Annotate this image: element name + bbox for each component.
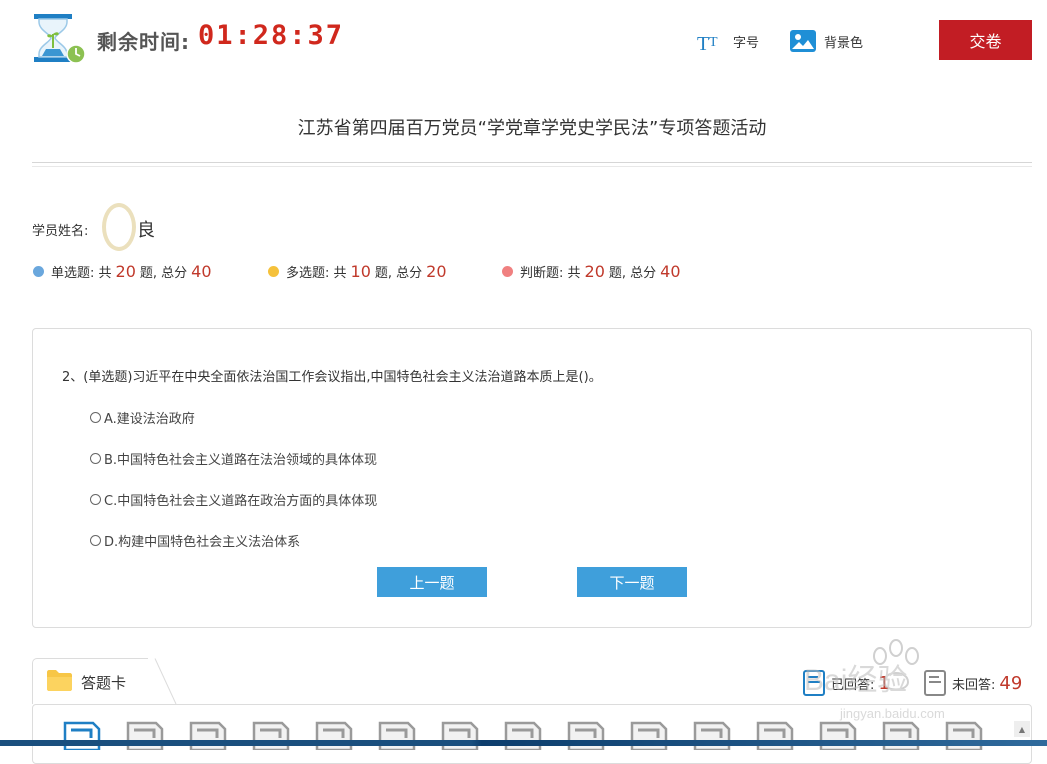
scroll-up-arrow[interactable]: ▲ (1014, 721, 1030, 737)
blue-dot-icon (33, 266, 44, 277)
divider (32, 162, 1032, 163)
bottom-bar (0, 740, 1047, 746)
folder-icon (47, 670, 72, 691)
option-a[interactable]: A.建设法治政府 (90, 408, 195, 427)
stat-mid: 题, 总分 (608, 266, 657, 281)
option-b[interactable]: B.中国特色社会主义道路在法治领域的具体体现 (90, 449, 377, 468)
stat-score: 20 (426, 262, 447, 281)
stat-prefix: 多选题: 共 (286, 266, 347, 281)
stat-score: 40 (191, 262, 212, 281)
option-d[interactable]: D.构建中国特色社会主义法治体系 (90, 531, 300, 550)
stat-count: 20 (115, 262, 136, 281)
unanswered-count: 未回答: 49 (924, 670, 1022, 696)
answer-card-label: 答题卡 (81, 674, 127, 692)
stat-prefix: 单选题: 共 (51, 266, 112, 281)
background-color-button[interactable]: 背景色 (790, 30, 863, 52)
student-name: 良 (137, 220, 155, 241)
stat-mid: 题, 总分 (139, 266, 188, 281)
multiple-choice-stat: 多选题: 共 10 题, 总分 20 (268, 262, 451, 281)
unanswered-number: 49 (999, 672, 1023, 694)
red-dot-icon (502, 266, 513, 277)
answered-number: 1 (878, 672, 890, 694)
hourglass-icon (34, 14, 86, 64)
radio-icon[interactable] (90, 412, 101, 423)
submit-exam-button[interactable]: 交卷 (939, 20, 1032, 60)
option-label: C.中国特色社会主义道路在政治方面的具体体现 (104, 494, 378, 509)
name-redaction-mark (102, 203, 136, 251)
image-icon (790, 30, 816, 52)
svg-text:T: T (709, 35, 718, 50)
next-question-button[interactable]: 下一题 (577, 567, 687, 597)
single-choice-stat: 单选题: 共 20 题, 总分 40 (33, 262, 216, 281)
option-label: B.中国特色社会主义道路在法治领域的具体体现 (104, 453, 378, 468)
option-label: A.建设法治政府 (104, 412, 195, 427)
answered-count: 已回答: 1 (803, 670, 890, 696)
radio-icon[interactable] (90, 535, 101, 546)
page-title: 江苏省第四届百万党员“学党章学党史学民法”专项答题活动 (297, 118, 767, 139)
stat-mid: 题, 总分 (374, 266, 423, 281)
svg-text:T: T (697, 33, 709, 52)
stat-score: 40 (660, 262, 681, 281)
true-false-stat: 判断题: 共 20 题, 总分 40 (502, 262, 685, 281)
background-color-label: 背景色 (824, 35, 864, 51)
yellow-dot-icon (268, 266, 279, 277)
option-label: D.构建中国特色社会主义法治体系 (104, 535, 301, 550)
divider (32, 166, 1032, 167)
unanswered-label: 未回答: (952, 677, 996, 693)
font-size-label: 字号 (733, 35, 760, 51)
stat-count: 10 (350, 262, 371, 281)
student-name-label: 学员姓名: (32, 224, 89, 239)
radio-icon[interactable] (90, 494, 101, 505)
stat-prefix: 判断题: 共 (520, 266, 581, 281)
question-text: 2、(单选题)习近平在中央全面依法治国工作会议指出,中国特色社会主义法治道路本质… (62, 370, 602, 385)
radio-icon[interactable] (90, 453, 101, 464)
font-size-icon: T T (697, 33, 718, 52)
stat-count: 20 (584, 262, 605, 281)
previous-question-button[interactable]: 上一题 (377, 567, 487, 597)
tab-edge (148, 658, 177, 704)
answered-label: 已回答: (831, 677, 875, 693)
unanswered-sheet-icon (924, 670, 946, 696)
answered-sheet-icon (803, 670, 825, 696)
font-size-button[interactable]: T T 字号 (697, 30, 759, 52)
option-c[interactable]: C.中国特色社会主义道路在政治方面的具体体现 (90, 490, 377, 509)
timer-value: 01:28:37 (198, 20, 345, 51)
timer-label: 剩余时间: (97, 30, 190, 54)
